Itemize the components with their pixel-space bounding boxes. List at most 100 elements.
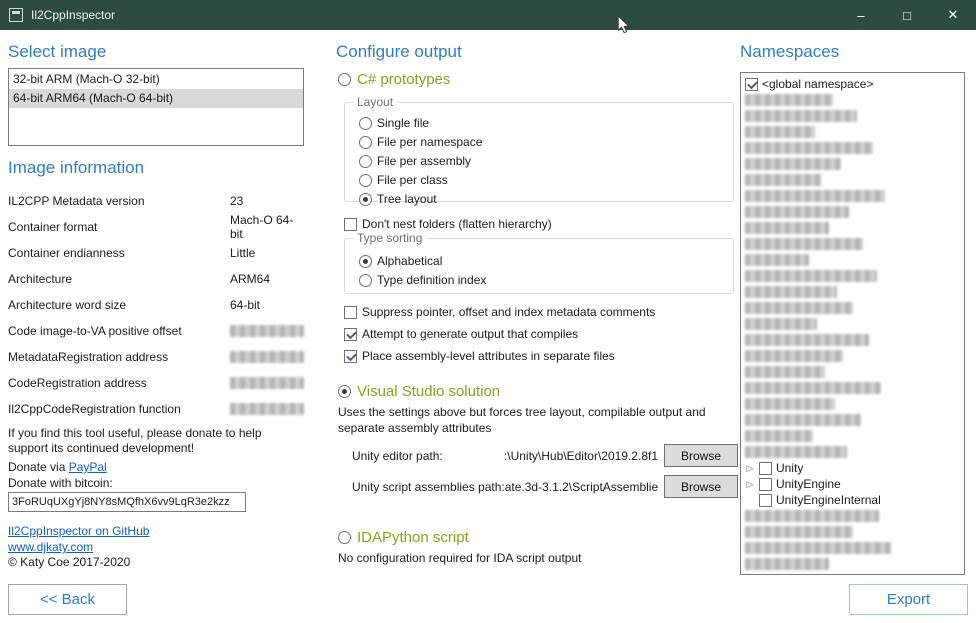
namespace-item-redacted[interactable] (743, 364, 962, 380)
namespace-item-redacted[interactable] (743, 236, 962, 252)
layout-option-radio[interactable]: Single file (359, 115, 482, 131)
layout-option-radio[interactable]: Tree layout (359, 191, 482, 207)
namespace-item[interactable]: ▷UnityEngine (743, 476, 962, 492)
image-list[interactable]: 32-bit ARM (Mach-O 32-bit)64-bit ARM64 (… (8, 68, 304, 146)
namespace-item-redacted[interactable] (743, 412, 962, 428)
expander-icon[interactable]: ▷ (745, 476, 755, 492)
bitcoin-address-input[interactable] (8, 492, 246, 512)
info-row: IL2CPP Metadata version23 (8, 188, 306, 214)
namespace-item-redacted[interactable] (743, 332, 962, 348)
layout-option-radio[interactable]: File per assembly (359, 153, 482, 169)
namespace-item-redacted[interactable] (743, 316, 962, 332)
github-link[interactable]: Il2CppInspector on GitHub (8, 524, 149, 538)
copyright-text: © Katy Coe 2017-2020 (8, 555, 130, 569)
checkbox-icon (344, 328, 357, 341)
configure-output-heading: Configure output (336, 42, 462, 62)
option-label: Single file (377, 116, 429, 130)
layout-option-radio[interactable]: File per namespace (359, 134, 482, 150)
namespace-item-redacted[interactable] (743, 284, 962, 300)
visual-studio-radio[interactable]: Visual Studio solution (338, 382, 500, 400)
sorting-option-radio[interactable]: Alphabetical (359, 253, 486, 269)
info-label: Code image-to-VA positive offset (8, 324, 230, 338)
image-list-item[interactable]: 64-bit ARM64 (Mach-O 64-bit) (9, 89, 303, 108)
csharp-option-checkbox[interactable]: Attempt to generate output that compiles (344, 326, 655, 342)
option-label: File per namespace (377, 135, 482, 149)
namespace-checkbox[interactable] (759, 478, 772, 491)
unity-path-row: Unity script assemblies path:ate.3d-3.1.… (352, 475, 738, 498)
info-value: Mach-O 64-bit (230, 213, 306, 241)
paypal-link[interactable]: PayPal (69, 460, 107, 474)
radio-icon (359, 155, 372, 168)
namespace-list[interactable]: <global namespace> ▷Unity▷UnityEngineUnit… (740, 72, 965, 575)
unity-path-label: Unity editor path: (352, 449, 443, 463)
redacted-namespace (745, 110, 857, 122)
namespace-item-redacted[interactable] (743, 252, 962, 268)
layout-option-radio[interactable]: File per class (359, 172, 482, 188)
namespace-item-redacted[interactable] (743, 444, 962, 460)
info-label: Container format (8, 220, 230, 234)
namespace-item-redacted[interactable] (743, 92, 962, 108)
visual-studio-description: Uses the settings above but forces tree … (338, 404, 730, 436)
redacted-value (230, 403, 304, 415)
left-panel: Select image 32-bit ARM (Mach-O 32-bit)6… (8, 36, 306, 616)
checkbox-icon (344, 350, 357, 363)
namespace-item-redacted[interactable] (743, 380, 962, 396)
idapython-radio[interactable]: IDAPython script (338, 528, 469, 546)
minimize-icon[interactable]: – (838, 0, 884, 30)
export-button[interactable]: Export (849, 584, 968, 615)
csharp-option-checkbox[interactable]: Suppress pointer, offset and index metad… (344, 304, 655, 320)
namespace-item-redacted[interactable] (743, 268, 962, 284)
redacted-namespace (745, 190, 885, 202)
namespace-item-redacted[interactable] (743, 348, 962, 364)
namespace-label: UnityEngineInternal (776, 493, 881, 507)
visual-studio-label: Visual Studio solution (357, 383, 500, 400)
info-row: Container endiannessLittle (8, 240, 306, 266)
csharp-prototypes-radio[interactable]: C# prototypes (338, 70, 450, 88)
namespace-item-redacted[interactable] (743, 540, 962, 556)
namespace-item-redacted[interactable] (743, 556, 962, 572)
redacted-value (230, 325, 304, 337)
back-button[interactable]: << Back (8, 584, 127, 615)
namespace-item-redacted[interactable] (743, 300, 962, 316)
info-value: 64-bit (230, 298, 260, 312)
namespace-checkbox[interactable] (745, 78, 758, 91)
radio-icon (359, 174, 372, 187)
option-label: File per class (377, 173, 448, 187)
namespace-checkbox[interactable] (759, 462, 772, 475)
namespace-item-redacted[interactable] (743, 204, 962, 220)
website-link[interactable]: www.djkaty.com (8, 540, 93, 554)
flatten-hierarchy-checkbox[interactable]: Don't nest folders (flatten hierarchy) (344, 216, 552, 232)
namespace-item-redacted[interactable] (743, 220, 962, 236)
donate-message: If you find this tool useful, please don… (8, 426, 304, 456)
csharp-prototypes-label: C# prototypes (357, 71, 450, 88)
sorting-option-radio[interactable]: Type definition index (359, 272, 486, 288)
namespace-item-redacted[interactable] (743, 396, 962, 412)
namespace-checkbox[interactable] (759, 494, 772, 507)
namespace-item-redacted[interactable] (743, 108, 962, 124)
namespace-item-redacted[interactable] (743, 508, 962, 524)
namespace-item[interactable]: ▷Unity (743, 460, 962, 476)
csharp-option-checkbox[interactable]: Place assembly-level attributes in separ… (344, 348, 655, 364)
redacted-namespace (745, 174, 821, 186)
browse-button[interactable]: Browse (664, 444, 738, 467)
namespace-item-redacted[interactable] (743, 172, 962, 188)
checkbox-label: Suppress pointer, offset and index metad… (362, 305, 655, 319)
namespace-item[interactable]: <global namespace> (743, 76, 962, 92)
unity-path-value: ate.3d-3.1.2\ScriptAssemblies (505, 480, 658, 494)
namespace-item-redacted[interactable] (743, 428, 962, 444)
info-label: Container endianness (8, 246, 230, 260)
close-icon[interactable]: ✕ (930, 0, 976, 30)
image-list-item[interactable]: 32-bit ARM (Mach-O 32-bit) (9, 70, 303, 89)
namespace-item[interactable]: UnityEngineInternal (743, 492, 962, 508)
namespace-item-redacted[interactable] (743, 156, 962, 172)
browse-button[interactable]: Browse (664, 475, 738, 498)
redacted-namespace (745, 126, 815, 138)
info-value: Little (230, 246, 255, 260)
namespace-item-redacted[interactable] (743, 140, 962, 156)
namespace-item-redacted[interactable] (743, 124, 962, 140)
maximize-icon[interactable]: □ (884, 0, 930, 30)
namespace-item-redacted[interactable] (743, 188, 962, 204)
expander-icon[interactable]: ▷ (745, 460, 755, 476)
namespace-item-redacted[interactable] (743, 524, 962, 540)
title-bar: Il2CppInspector – □ ✕ (0, 0, 976, 30)
